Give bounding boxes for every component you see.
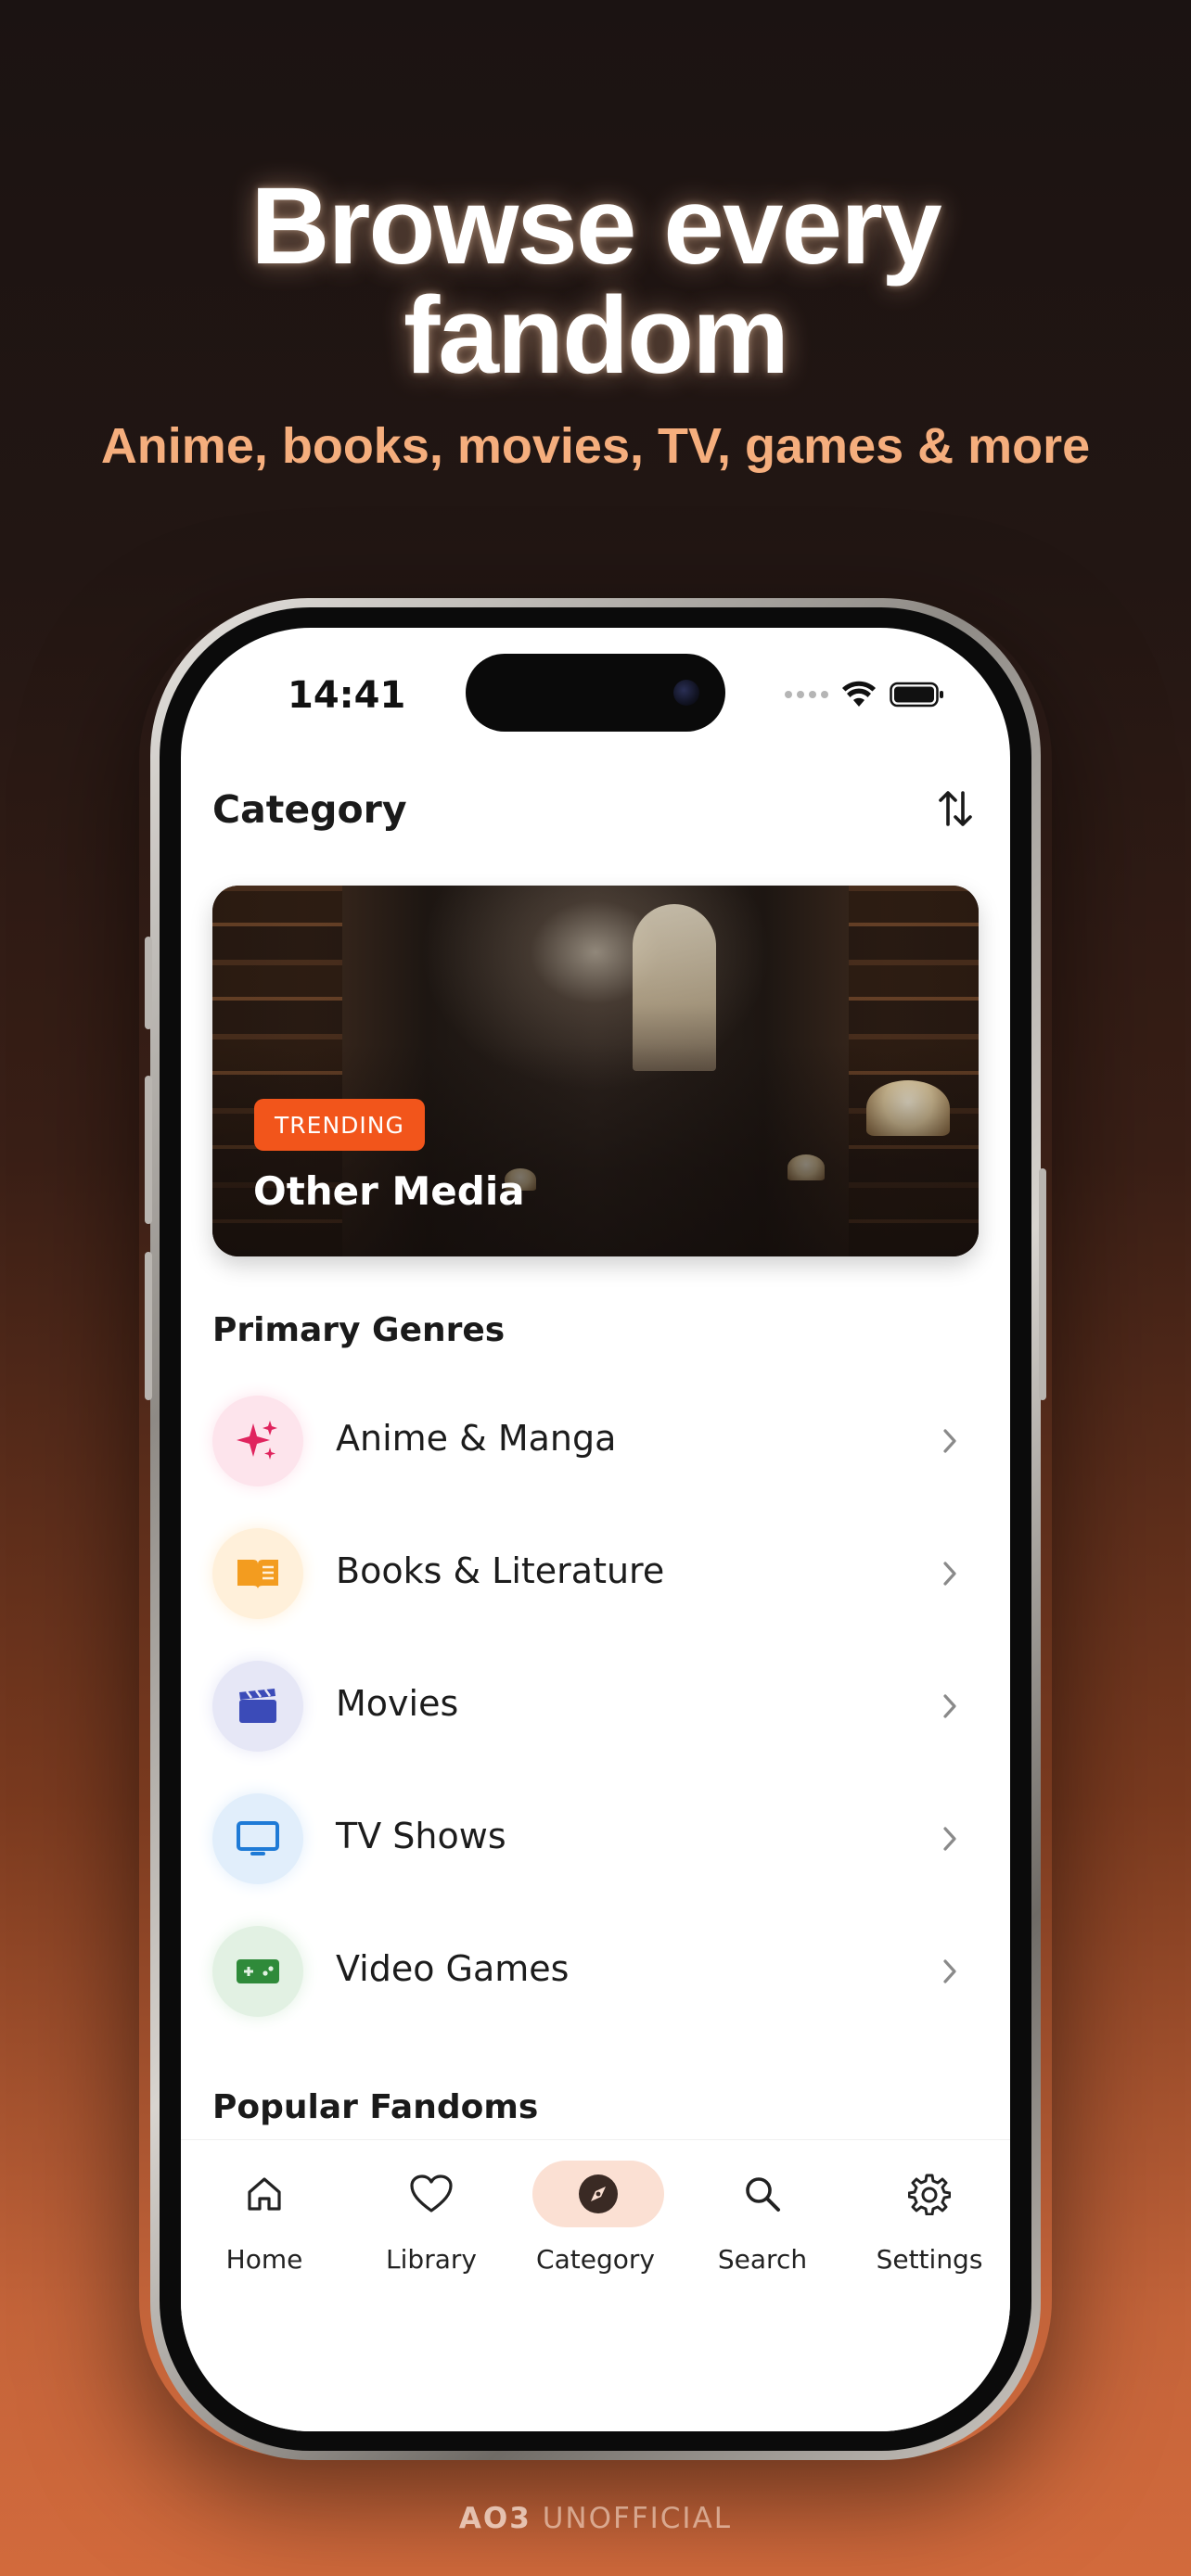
tab-label: Home: [225, 2244, 303, 2275]
trending-badge: TRENDING: [254, 1099, 425, 1151]
sparkles-icon: [212, 1396, 303, 1486]
home-icon: [223, 2161, 306, 2227]
genre-label: Anime & Manga: [336, 1418, 617, 1459]
tab-label: Search: [717, 2244, 808, 2275]
footer-brand-name: AO3: [458, 2502, 531, 2535]
camera-icon: [673, 680, 699, 706]
chevron-right-icon: [943, 1959, 956, 1983]
tab-label: Library: [386, 2244, 477, 2275]
signal-dots-icon: [785, 691, 828, 698]
tab-search[interactable]: Search: [679, 2161, 846, 2290]
hero-title-line-1: Browse every: [250, 165, 941, 287]
popular-fandoms-title: Popular Fandoms: [212, 2088, 539, 2126]
hero-title: Browse every fandom: [0, 172, 1191, 390]
status-icons: [785, 676, 945, 713]
status-time: 14:41: [288, 674, 406, 717]
tab-bar: Home Library Category Search Settings: [181, 2139, 1010, 2431]
trending-card-title: Other Media: [253, 1168, 525, 1214]
gear-icon: [888, 2161, 971, 2227]
phone-volume-up-button: [145, 1076, 152, 1224]
tv-icon: [212, 1793, 303, 1884]
clapperboard-icon: [212, 1661, 303, 1752]
wifi-icon: [842, 681, 876, 707]
book-icon: [212, 1528, 303, 1619]
chevron-right-icon: [943, 1694, 956, 1718]
gamepad-icon: [212, 1926, 303, 2017]
sort-arrows-icon: [939, 791, 972, 826]
genre-row-books-literature[interactable]: Books & Literature: [212, 1523, 979, 1625]
sort-button[interactable]: [932, 785, 979, 832]
genre-label: Video Games: [336, 1948, 570, 1989]
dynamic-island: [466, 654, 725, 732]
phone-volume-down-button: [145, 1252, 152, 1400]
page-title: Category: [212, 787, 407, 832]
hero-subtitle: Anime, books, movies, TV, games & more: [100, 418, 1091, 474]
footer-brand: AO3 UNOFFICIAL: [0, 2502, 1191, 2535]
genre-row-anime-manga[interactable]: Anime & Manga: [212, 1390, 979, 1492]
chevron-right-icon: [943, 1562, 956, 1586]
chevron-right-icon: [943, 1429, 956, 1453]
primary-genres-title: Primary Genres: [212, 1311, 506, 1349]
hero-title-line-2: fandom: [403, 274, 789, 397]
genre-row-movies[interactable]: Movies: [212, 1655, 979, 1757]
heart-icon: [390, 2161, 473, 2227]
phone-screen: 14:41 Category TRENDING Other Media Prim…: [181, 628, 1010, 2431]
tab-label: Category: [536, 2244, 655, 2275]
tab-category[interactable]: Category: [512, 2161, 679, 2290]
tab-library[interactable]: Library: [348, 2161, 515, 2290]
genre-label: TV Shows: [336, 1816, 506, 1856]
genre-row-tv-shows[interactable]: TV Shows: [212, 1788, 979, 1890]
tab-settings[interactable]: Settings: [846, 2161, 1010, 2290]
tab-label: Settings: [876, 2244, 983, 2275]
genre-label: Movies: [336, 1683, 459, 1724]
phone-power-button: [1039, 1168, 1046, 1400]
tab-home[interactable]: Home: [181, 2161, 348, 2290]
battery-icon: [890, 682, 943, 708]
trending-card[interactable]: TRENDING Other Media: [212, 886, 979, 1256]
chevron-right-icon: [943, 1827, 956, 1851]
search-icon: [721, 2161, 804, 2227]
footer-brand-suffix: UNOFFICIAL: [542, 2502, 733, 2535]
genre-label: Books & Literature: [336, 1550, 665, 1591]
phone-action-button: [145, 937, 152, 1029]
compass-icon: [532, 2161, 664, 2227]
genre-row-video-games[interactable]: Video Games: [212, 1920, 979, 2022]
